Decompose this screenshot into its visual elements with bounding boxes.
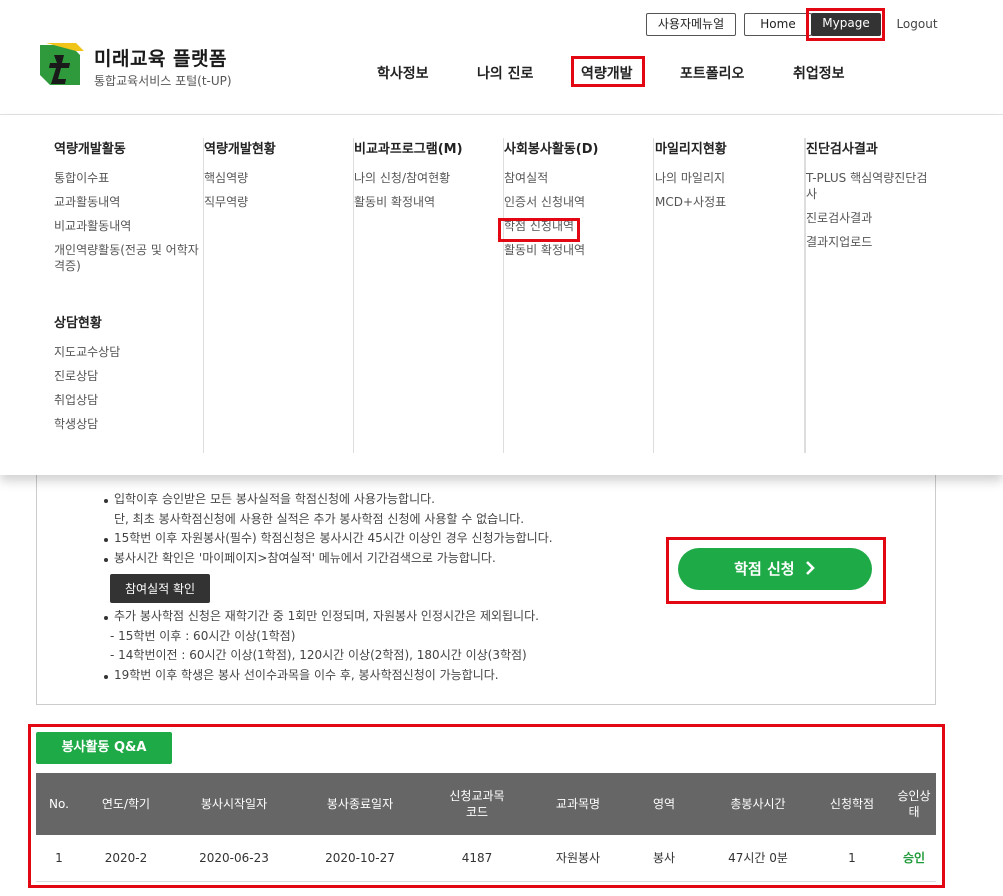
- menu-item[interactable]: 지도교수상담: [54, 344, 203, 360]
- menu-item[interactable]: 인증서 신청내역: [504, 194, 653, 210]
- column-header: 총봉사시간: [704, 773, 812, 835]
- menu-heading: 사회봉사활동(D): [504, 142, 599, 157]
- menu-item[interactable]: 나의 마일리지: [655, 170, 804, 186]
- table-cell: 자원봉사: [532, 835, 624, 882]
- notice-text: 단, 최초 봉사학점신청에 사용한 실적은 추가 봉사학점 신청에 사용할 수 …: [114, 511, 525, 526]
- main-nav: 학사정보 나의 진로 역량개발 포트폴리오 취업정보: [0, 63, 1003, 85]
- notice-text: - 15학번 이후 : 60시간 이상(1학점): [110, 628, 296, 643]
- menu-item[interactable]: 핵심역량: [204, 170, 353, 186]
- volunteer-qa-button[interactable]: 봉사활동 Q&A: [36, 732, 172, 764]
- table-cell: 1: [36, 835, 82, 882]
- column-header: No.: [36, 773, 82, 835]
- apply-button-highlight: [666, 537, 886, 604]
- menu-item[interactable]: 직무역량: [204, 194, 353, 210]
- menu-item[interactable]: 학생상담: [54, 416, 203, 432]
- user-manual-button[interactable]: 사용자메뉴얼: [646, 13, 736, 36]
- notice-text: 추가 봉사학점 신청은 재학기간 중 1회만 인정되며, 자원봉사 인정시간은 …: [104, 607, 553, 627]
- notice-text: - 14학번이전 : 60시간 이상(1학점), 120시간 이상(2학점), …: [110, 648, 527, 662]
- approval-status: 승인: [892, 835, 936, 882]
- column-header: 연도/학기: [82, 773, 170, 835]
- menu-item[interactable]: 취업상담: [54, 392, 203, 408]
- table-cell: 2020-10-27: [298, 835, 422, 882]
- column-header: 영역: [624, 773, 704, 835]
- menu-col-volunteer: 사회봉사활동(D) 참여실적 인증서 신청내역 학점 신청내역 활동비 확정내역: [504, 138, 654, 453]
- menu-item[interactable]: 결과지업로드: [806, 234, 935, 250]
- menu-heading: 역량개발현황: [204, 142, 276, 157]
- mega-menu: 역량개발활동 통합이수표 교과활동내역 비교과활동내역 개인역량활동(전공 및 …: [0, 115, 1003, 475]
- menu-col-mileage: 마일리지현황 나의 마일리지 MCD+사정표: [655, 138, 805, 453]
- menu-heading: 역량개발활동: [54, 142, 126, 157]
- menu-item[interactable]: 나의 신청/참여현황: [354, 170, 503, 186]
- table-cell: 4187: [422, 835, 532, 882]
- nav-career[interactable]: 나의 진로: [477, 63, 533, 83]
- credit-application-highlight: [498, 218, 580, 242]
- menu-item[interactable]: 개인역량활동(전공 및 어학자격증): [54, 242, 203, 274]
- table-row: 1 2020-2 2020-06-23 2020-10-27 4187 자원봉사…: [36, 835, 936, 882]
- nav-competency-highlight: [571, 56, 645, 87]
- menu-item[interactable]: 진로상담: [54, 368, 203, 384]
- column-header: 봉사종료일자: [298, 773, 422, 835]
- notice-text: 15학번 이후 자원봉사(필수) 학점신청은 봉사시간 45시간 이상인 경우 …: [104, 529, 553, 549]
- column-header: 승인상태: [892, 773, 936, 835]
- table-cell: 2020-06-23: [170, 835, 298, 882]
- nav-employment[interactable]: 취업정보: [793, 63, 845, 83]
- check-activity-button[interactable]: 참여실적 확인: [110, 574, 211, 603]
- notice-text: 봉사시간 확인은 '마이페이지>참여실적' 메뉴에서 기간검색으로 가능합니다.: [104, 549, 553, 569]
- column-header: 교과목명: [532, 773, 624, 835]
- column-header: 봉사시작일자: [170, 773, 298, 835]
- table-cell: 봉사: [624, 835, 704, 882]
- menu-heading: 상담현황: [54, 316, 102, 331]
- menu-item[interactable]: 참여실적: [504, 170, 653, 186]
- menu-heading: 진단검사결과: [806, 142, 878, 157]
- home-button[interactable]: Home: [744, 13, 812, 36]
- menu-item[interactable]: T-PLUS 핵심역량진단검사: [806, 170, 935, 202]
- menu-col-status: 역량개발현황 핵심역량 직무역량: [204, 138, 354, 453]
- menu-item[interactable]: 비교과활동내역: [54, 218, 203, 234]
- menu-heading: 비교과프로그램(M): [354, 142, 463, 157]
- table-header-row: No. 연도/학기 봉사시작일자 봉사종료일자 신청교과목 코드 교과목명 영역…: [36, 773, 936, 835]
- column-header: 신청교과목 코드: [422, 773, 532, 835]
- notice-list: 입학이후 승인받은 모든 봉사실적을 학점신청에 사용가능합니다. 단, 최초 …: [104, 490, 553, 685]
- menu-col-extracurricular: 비교과프로그램(M) 나의 신청/참여현황 활동비 확정내역: [354, 138, 504, 453]
- notice-text: 입학이후 승인받은 모든 봉사실적을 학점신청에 사용가능합니다.: [104, 490, 553, 510]
- nav-portfolio[interactable]: 포트폴리오: [680, 63, 744, 83]
- menu-item[interactable]: MCD+사정표: [655, 194, 804, 210]
- logout-link[interactable]: Logout: [892, 13, 942, 36]
- menu-item[interactable]: 활동비 확정내역: [504, 242, 653, 258]
- menu-item[interactable]: 교과활동내역: [54, 194, 203, 210]
- nav-academic[interactable]: 학사정보: [377, 63, 429, 83]
- menu-heading: 마일리지현황: [655, 142, 727, 157]
- mypage-highlight: [806, 8, 885, 41]
- menu-item[interactable]: 진로검사결과: [806, 210, 935, 226]
- credit-application-table: No. 연도/학기 봉사시작일자 봉사종료일자 신청교과목 코드 교과목명 영역…: [36, 773, 936, 882]
- menu-col-diagnosis: 진단검사결과 T-PLUS 핵심역량진단검사 진로검사결과 결과지업로드: [805, 138, 935, 453]
- table-cell: 1: [812, 835, 892, 882]
- table-cell: 2020-2: [82, 835, 170, 882]
- column-header: 신청학점: [812, 773, 892, 835]
- notice-text: 19학번 이후 학생은 봉사 선이수과목을 이수 후, 봉사학점신청이 가능합니…: [104, 666, 553, 686]
- menu-col-activities: 역량개발활동 통합이수표 교과활동내역 비교과활동내역 개인역량활동(전공 및 …: [54, 138, 204, 453]
- menu-item[interactable]: 통합이수표: [54, 170, 203, 186]
- table-cell: 47시간 0분: [704, 835, 812, 882]
- menu-item[interactable]: 활동비 확정내역: [354, 194, 503, 210]
